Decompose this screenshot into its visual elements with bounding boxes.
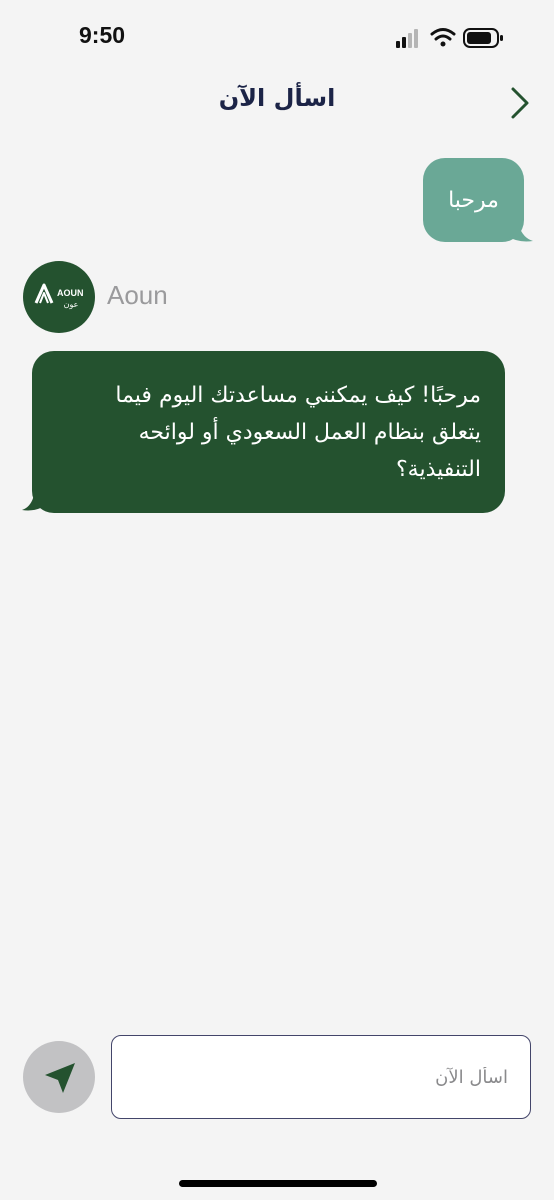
bot-message-bubble: مرحبًا! كيف يمكنني مساعدتك اليوم فيما يت… [32,351,505,513]
bot-message-line-1: مرحبًا! كيف يمكنني مساعدتك اليوم فيما [115,383,481,408]
user-bubble-tail [505,226,533,242]
bot-message-line-2: يتعلق بنظام العمل السعودي أو لوائحه [138,420,481,445]
bot-bubble-tail [22,495,48,511]
aoun-logo-icon: AOUN عون [34,283,84,309]
battery-icon [463,28,503,48]
status-icons [396,28,503,48]
wifi-icon [430,28,456,47]
page-title: اسأل الآن [218,84,336,112]
avatar: AOUN عون [23,261,95,333]
send-icon [45,1063,75,1093]
logo-text-ar: عون [64,300,79,309]
message-input[interactable] [111,1035,531,1119]
home-indicator [179,1180,377,1187]
bot-message-line-3: التنفيذية؟ [395,457,481,482]
logo-text-en: AOUN [57,288,84,298]
send-button[interactable] [23,1041,95,1113]
user-message-text: مرحبا [448,187,499,213]
status-bar: 9:50 [0,0,554,70]
signal-icon [396,29,418,48]
chevron-right-icon[interactable] [505,86,535,120]
status-time: 9:50 [79,22,126,48]
sender-name: Aoun [107,280,168,310]
